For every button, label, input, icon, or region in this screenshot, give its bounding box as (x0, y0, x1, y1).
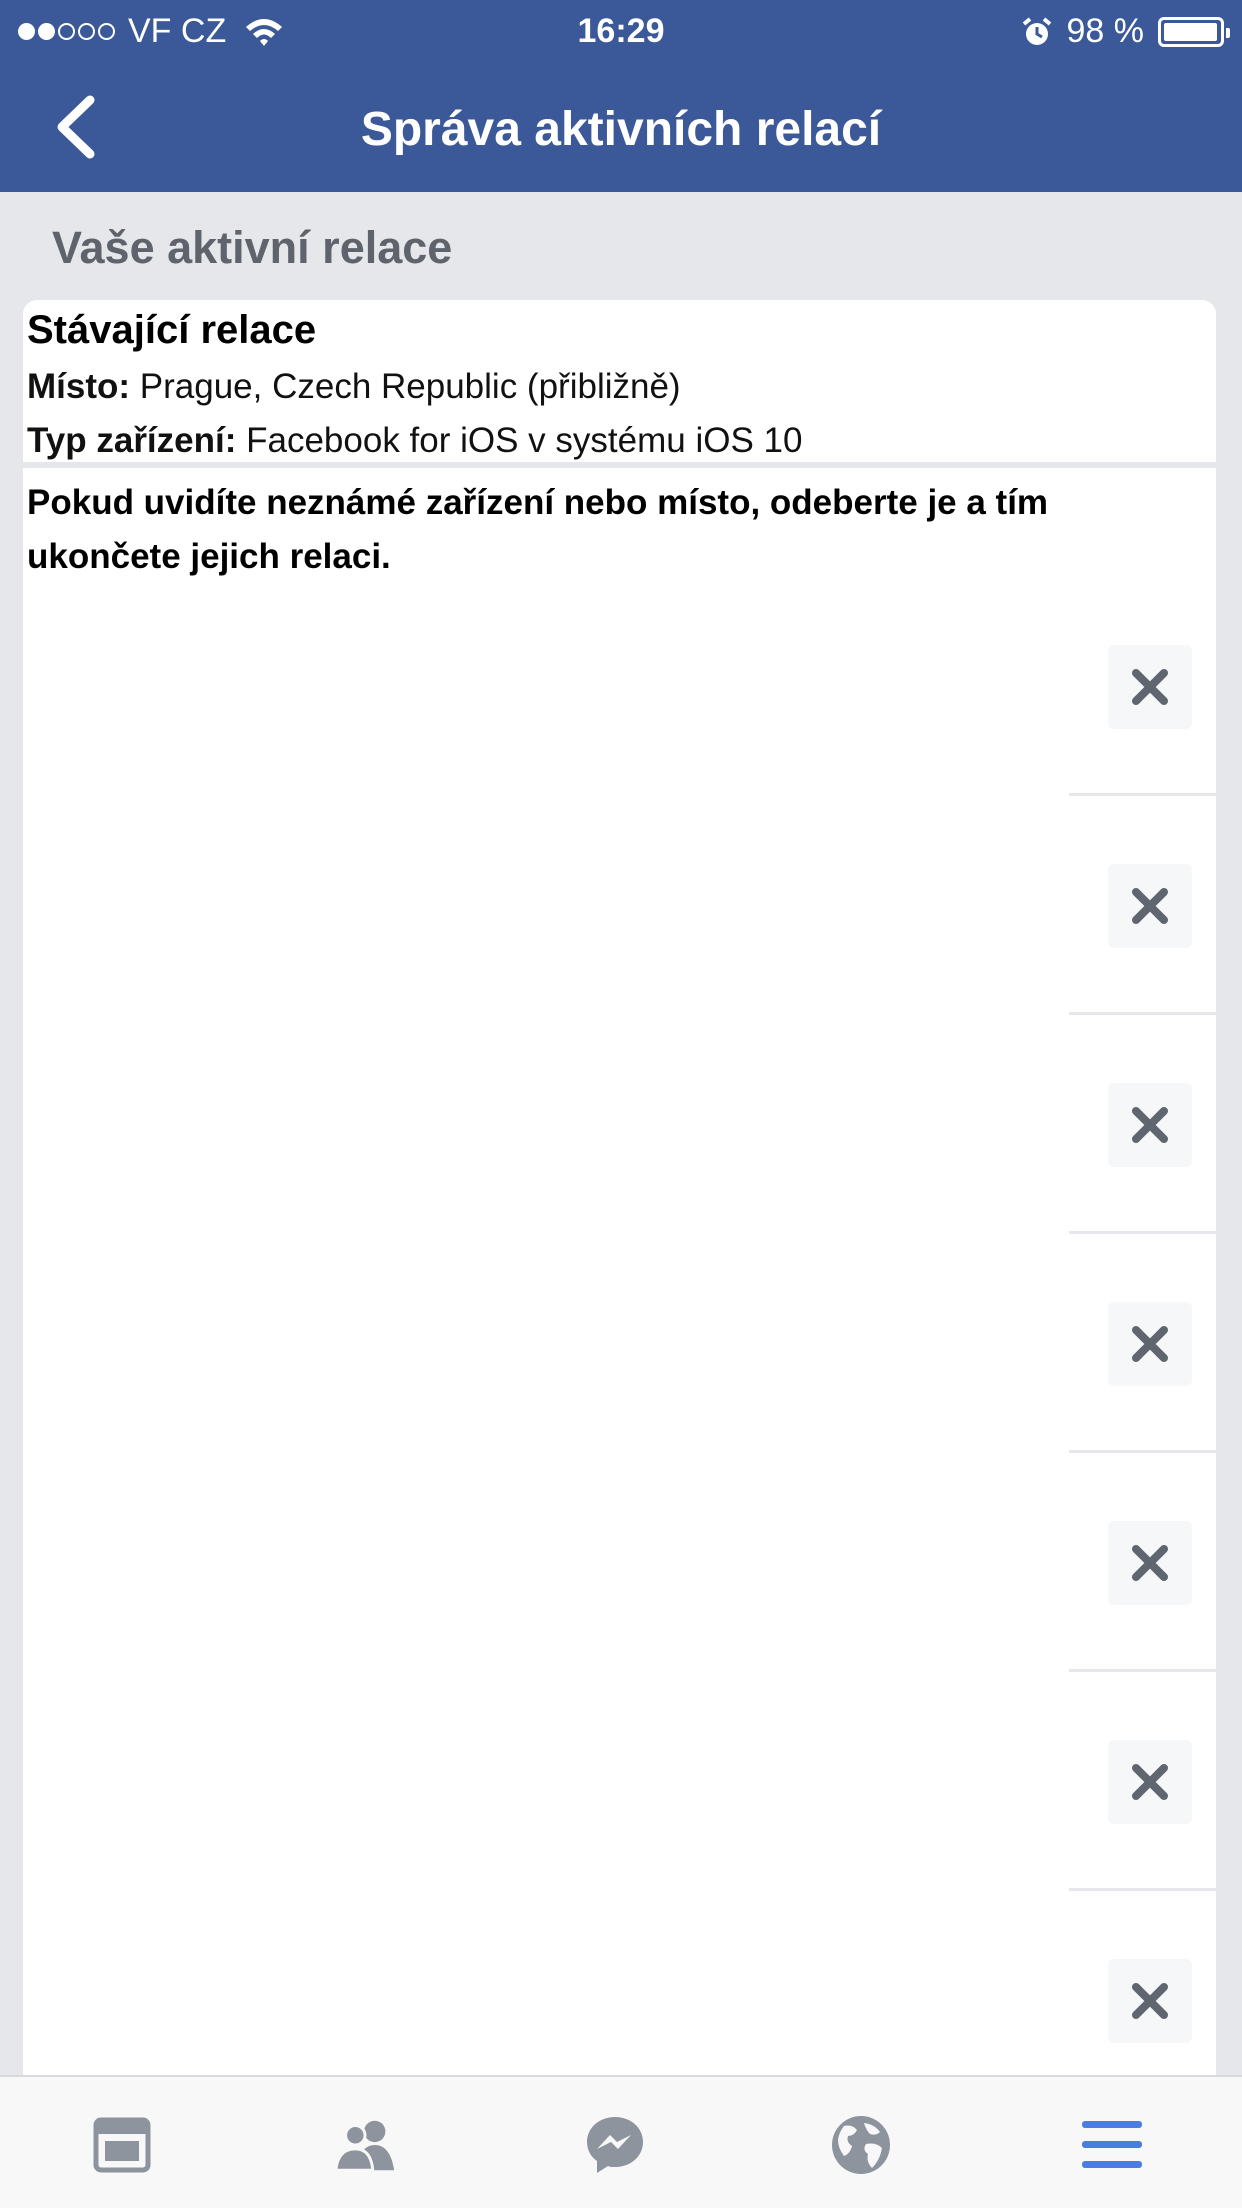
close-icon (1132, 1106, 1168, 1143)
close-icon (1132, 1544, 1168, 1581)
current-session-heading: Stávající relace (27, 308, 317, 352)
session-row (23, 1672, 1216, 1891)
close-icon (1132, 887, 1168, 924)
tab-notifications[interactable] (829, 2113, 893, 2177)
close-icon (1132, 1982, 1168, 2019)
tab-friends[interactable] (334, 2113, 398, 2177)
remove-session-button[interactable] (1108, 1958, 1192, 2043)
unknown-device-warning: Pokud uvidíte neznámé zařízení nebo míst… (27, 483, 1049, 576)
tab-messenger[interactable] (583, 2113, 647, 2177)
remove-session-button[interactable] (1108, 1739, 1192, 1824)
remove-session-button[interactable] (1108, 1301, 1192, 1386)
remove-session-button[interactable] (1108, 863, 1192, 948)
device-label: Typ zařízení: (27, 421, 237, 460)
divider (23, 462, 1216, 468)
alarm-clock-icon (1022, 16, 1051, 45)
remove-session-button[interactable] (1108, 1082, 1192, 1167)
news-feed-icon (93, 2117, 151, 2173)
session-row (23, 796, 1216, 1015)
section-title: Vaše aktivní relace (52, 222, 453, 273)
session-row (23, 577, 1216, 796)
session-row (23, 1234, 1216, 1453)
device-value: Facebook for iOS v systému iOS 10 (236, 421, 803, 460)
navigation-bar: Správa aktivních relací (0, 62, 1242, 192)
battery-level (1164, 22, 1217, 41)
close-icon (1132, 668, 1168, 705)
current-session: Stávající relace Místo: Prague, Czech Re… (27, 308, 1212, 461)
remove-session-button[interactable] (1108, 644, 1192, 729)
close-icon (1132, 1763, 1168, 1800)
remove-session-button[interactable] (1108, 1520, 1192, 1605)
session-row (23, 1453, 1216, 1672)
sessions-card: Stávající relace Místo: Prague, Czech Re… (23, 300, 1216, 2075)
current-session-location: Místo: Prague, Czech Republic (přibližně… (27, 367, 1212, 407)
messenger-icon (587, 2117, 643, 2173)
location-label: Místo: (27, 367, 131, 406)
page-title: Správa aktivních relací (360, 103, 882, 156)
tab-bar (0, 2075, 1242, 2208)
friends-icon (334, 2120, 395, 2172)
tab-menu[interactable] (1080, 2113, 1144, 2177)
session-row (23, 1015, 1216, 1234)
close-icon (1132, 1325, 1168, 1362)
globe-icon (832, 2116, 890, 2174)
battery-icon (1158, 16, 1230, 47)
location-value: Prague, Czech Republic (přibližně) (130, 367, 681, 406)
status-bar: VF CZ 16:29 98 % (0, 0, 1242, 62)
tab-news-feed[interactable] (90, 2113, 154, 2177)
menu-icon (1082, 2121, 1142, 2168)
current-session-device: Typ zařízení: Facebook for iOS v systému… (27, 421, 1212, 461)
battery-percent: 98 % (1066, 12, 1145, 50)
